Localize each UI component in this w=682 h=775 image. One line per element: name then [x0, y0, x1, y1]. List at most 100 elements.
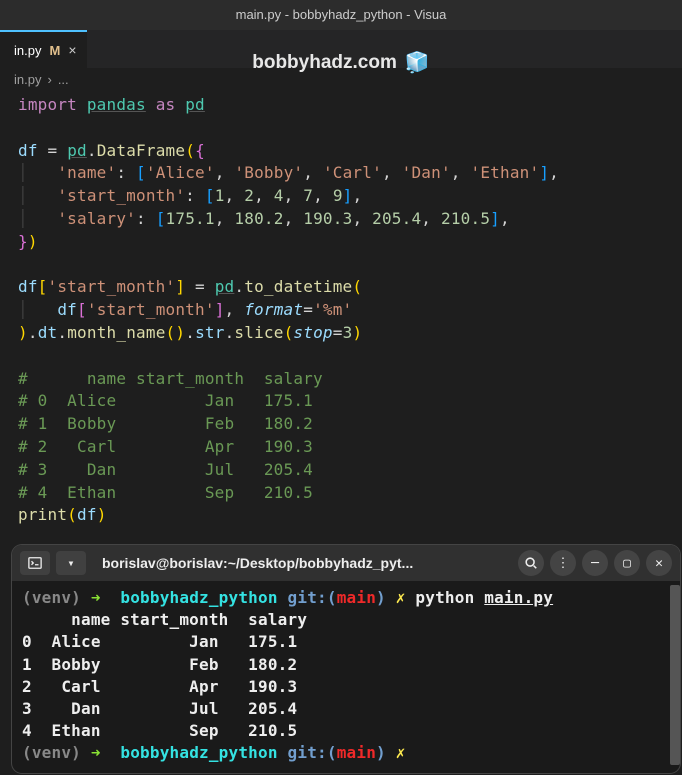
- output-line: 4 Ethan Sep 210.5: [22, 721, 297, 740]
- breadcrumb[interactable]: in.py › ...: [0, 68, 682, 90]
- key-salary: 'salary': [57, 209, 136, 228]
- minimize-button[interactable]: ─: [582, 550, 608, 576]
- var-df: df: [77, 505, 97, 524]
- lit: 1: [215, 186, 225, 205]
- lit: 'Bobby': [234, 163, 303, 182]
- terminal-tab-title[interactable]: borislav@borislav:~/Desktop/bobbyhadz_py…: [92, 555, 512, 571]
- close-icon[interactable]: ×: [68, 42, 76, 58]
- output-line: 0 Alice Jan 175.1: [22, 632, 297, 651]
- git-dirty-icon: ✗: [396, 588, 406, 607]
- output-line: 3 Dan Jul 205.4: [22, 699, 297, 718]
- op-eq: =: [195, 277, 205, 296]
- lit: 3: [343, 323, 353, 342]
- command-arg: main.py: [484, 588, 553, 607]
- new-tab-button[interactable]: [20, 551, 50, 575]
- chevron-right-icon: ›: [47, 72, 51, 87]
- kwarg-format: format: [244, 300, 303, 319]
- maximize-button[interactable]: ▢: [614, 550, 640, 576]
- git-dirty-icon: ✗: [396, 743, 406, 762]
- comment: # 2 Carl Apr 190.3: [18, 437, 313, 456]
- lit: 'Alice': [146, 163, 215, 182]
- op-eq: =: [48, 141, 58, 160]
- output-line: name start_month salary: [22, 610, 307, 629]
- key-name: 'name': [57, 163, 116, 182]
- git-branch: main: [337, 588, 376, 607]
- breadcrumb-more: ...: [58, 72, 69, 87]
- lit: 9: [333, 186, 343, 205]
- command: python: [415, 588, 474, 607]
- ref-pd: pd: [67, 141, 87, 160]
- comment: # 3 Dan Jul 205.4: [18, 460, 313, 479]
- comment: # 4 Ethan Sep 210.5: [18, 483, 313, 502]
- git-branch: main: [337, 743, 376, 762]
- dropdown-button[interactable]: ▾: [56, 551, 86, 575]
- lit: 180.2: [234, 209, 283, 228]
- lit: 2: [244, 186, 254, 205]
- output-line: 2 Carl Apr 190.3: [22, 677, 297, 696]
- code-editor[interactable]: import pandas as pd df = pd.DataFrame({ …: [0, 90, 682, 527]
- fn-month-name: month_name: [67, 323, 165, 342]
- menu-button[interactable]: ⋮: [550, 550, 576, 576]
- fn-print: print: [18, 505, 67, 524]
- lit: 205.4: [372, 209, 421, 228]
- git-close: ): [376, 588, 386, 607]
- lit: 7: [303, 186, 313, 205]
- kebab-icon: ⋮: [557, 556, 570, 571]
- terminal-window: ▾ borislav@borislav:~/Desktop/bobbyhadz_…: [12, 545, 680, 773]
- fn-dataframe: DataFrame: [97, 141, 186, 160]
- var-df: df: [57, 300, 77, 319]
- lit: 210.5: [441, 209, 490, 228]
- lit: 190.3: [303, 209, 352, 228]
- comment: # 0 Alice Jan 175.1: [18, 391, 313, 410]
- lit: 'Ethan': [470, 163, 539, 182]
- search-button[interactable]: [518, 550, 544, 576]
- output-line: 1 Bobby Feb 180.2: [22, 655, 297, 674]
- terminal-output[interactable]: (venv) ➜ bobbyhadz_python git:(main) ✗ p…: [12, 581, 680, 771]
- lit: 'start_month': [87, 300, 215, 319]
- var-df: df: [18, 277, 38, 296]
- venv-label: (venv): [22, 743, 81, 762]
- lit: '%m': [313, 300, 352, 319]
- prompt-folder: bobbyhadz_python: [120, 743, 277, 762]
- comment: # name start_month salary: [18, 369, 323, 388]
- lit: 'Dan': [402, 163, 451, 182]
- editor-tabbar: in.py M ×: [0, 30, 682, 68]
- keyword-import: import: [18, 95, 77, 114]
- venv-label: (venv): [22, 588, 81, 607]
- tab-filename: in.py: [14, 43, 41, 58]
- prompt-folder: bobbyhadz_python: [120, 588, 277, 607]
- window-titlebar: main.py - bobbyhadz_python - Visua: [0, 0, 682, 30]
- lit: 175.1: [166, 209, 215, 228]
- minimize-icon: ─: [591, 556, 599, 571]
- editor-tab-main[interactable]: in.py M ×: [0, 30, 87, 68]
- var-df: df: [18, 141, 38, 160]
- breadcrumb-file: in.py: [14, 72, 41, 87]
- prompt-arrow: ➜: [91, 743, 101, 762]
- alias-pd: pd: [185, 95, 205, 114]
- close-icon: ✕: [655, 556, 663, 571]
- lit: 4: [274, 186, 284, 205]
- git-label: git:(: [288, 743, 337, 762]
- ref-pd: pd: [215, 277, 235, 296]
- attr-dt: dt: [38, 323, 58, 342]
- terminal-icon: [28, 556, 42, 570]
- close-button[interactable]: ✕: [646, 550, 672, 576]
- git-close: ): [376, 743, 386, 762]
- lit: 'Carl': [323, 163, 382, 182]
- terminal-scrollbar[interactable]: [670, 585, 680, 765]
- fn-to-datetime: to_datetime: [244, 277, 352, 296]
- fn-slice: slice: [234, 323, 283, 342]
- attr-str: str: [195, 323, 225, 342]
- key-start-month: 'start_month': [57, 186, 185, 205]
- terminal-titlebar: ▾ borislav@borislav:~/Desktop/bobbyhadz_…: [12, 545, 680, 581]
- tab-modified-indicator: M: [49, 43, 60, 58]
- chevron-down-icon: ▾: [67, 556, 74, 570]
- search-icon: [524, 556, 538, 570]
- keyword-as: as: [156, 95, 176, 114]
- kwarg-stop: stop: [293, 323, 332, 342]
- maximize-icon: ▢: [623, 556, 631, 571]
- git-label: git:(: [288, 588, 337, 607]
- comment: # 1 Bobby Feb 180.2: [18, 414, 313, 433]
- prompt-arrow: ➜: [91, 588, 101, 607]
- lit: 'start_month': [48, 277, 176, 296]
